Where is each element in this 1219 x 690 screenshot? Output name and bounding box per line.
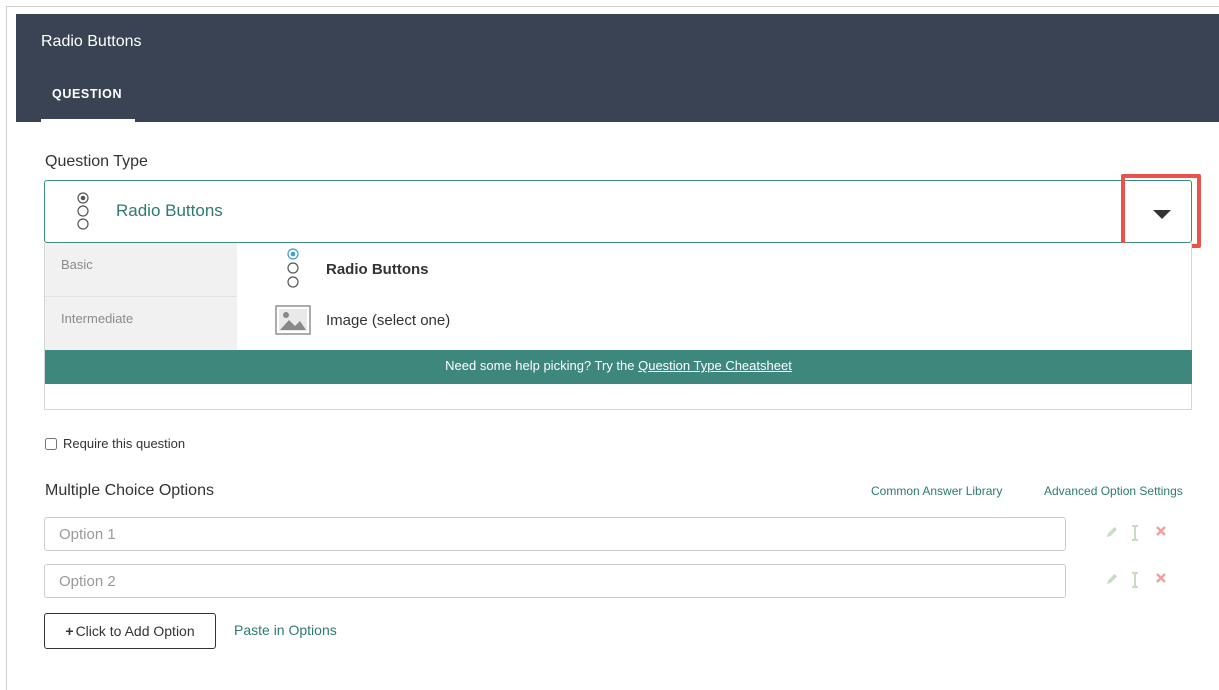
option-label: Radio Buttons [326,261,429,278]
help-text: Need some help picking? Try the [445,358,639,373]
delete-icon[interactable] [1154,524,1168,543]
help-bar: Need some help picking? Try the Question… [45,350,1192,384]
header-title: Radio Buttons [41,33,142,50]
require-checkbox[interactable] [45,438,57,450]
require-label: Require this question [63,436,186,451]
option-row-actions [1104,571,1174,589]
delete-icon[interactable] [1154,571,1168,590]
option-label: Image (select one) [326,312,451,329]
pencil-icon[interactable] [1104,571,1120,592]
category-list: Basic Intermediate [45,243,237,350]
option-row-actions [1104,524,1174,542]
category-intermediate[interactable]: Intermediate [45,296,237,349]
plus-icon: + [65,623,74,639]
cheatsheet-link[interactable]: Question Type Cheatsheet [638,358,792,373]
drag-handle-icon[interactable] [1130,571,1140,594]
question-type-dropdown: Basic Intermediate Radio Buttons Image (… [44,243,1192,410]
multiple-choice-label: Multiple Choice Options [45,482,214,499]
category-basic[interactable]: Basic [45,243,237,296]
question-type-select[interactable]: Radio Buttons [44,180,1192,243]
add-option-label: Click to Add Option [75,623,195,639]
selected-question-type: Radio Buttons [116,201,223,220]
require-question[interactable]: Require this question [45,436,185,451]
radio-buttons-icon [285,247,301,296]
drag-handle-icon[interactable] [1130,524,1140,547]
paste-in-options-link[interactable]: Paste in Options [234,622,337,638]
option-input[interactable] [44,517,1066,551]
pencil-icon[interactable] [1104,524,1120,545]
add-option-button[interactable]: + Click to Add Option [44,613,216,649]
advanced-option-settings-link[interactable]: Advanced Option Settings [1044,484,1183,498]
tab-question[interactable]: QUESTION [41,85,135,122]
radio-buttons-icon [75,192,91,237]
common-answer-library-link[interactable]: Common Answer Library [871,484,1002,498]
option-input[interactable] [44,564,1066,598]
image-icon [275,305,311,340]
caret-down-icon[interactable] [1153,210,1171,219]
editor-header: Radio Buttons QUESTION [16,14,1219,122]
question-type-label: Question Type [45,153,148,170]
